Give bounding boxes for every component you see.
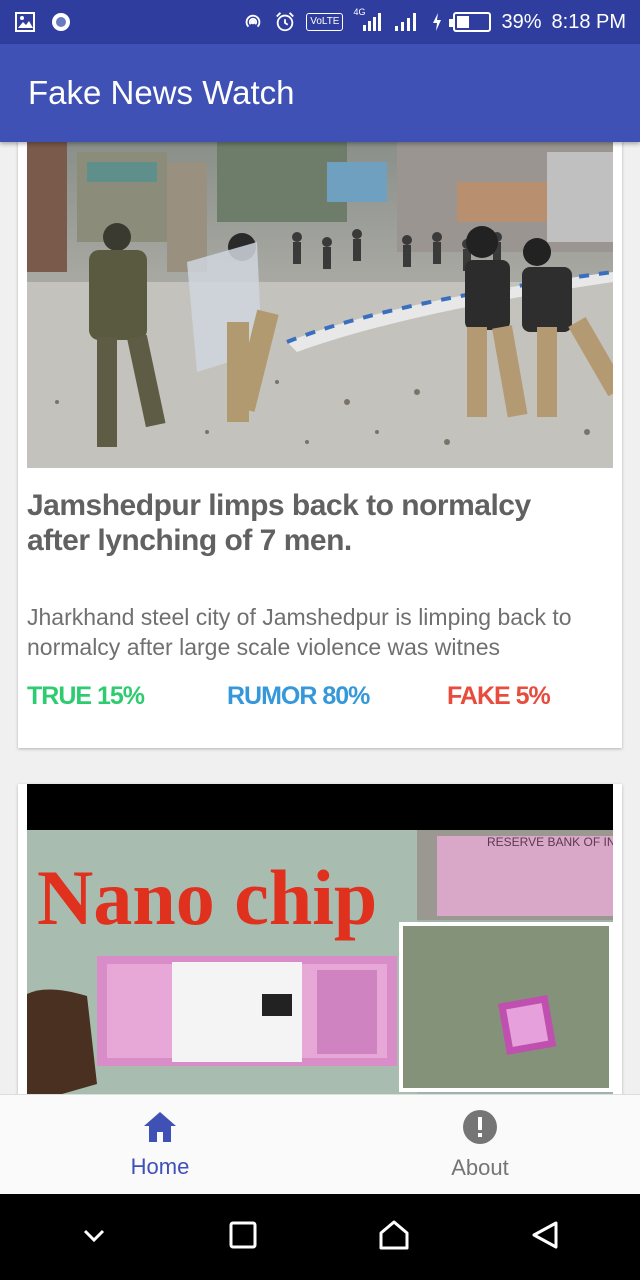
signal-icon [393, 11, 421, 33]
rumor-percentage: RUMOR 80% [227, 682, 370, 710]
home-button[interactable] [378, 1219, 410, 1256]
signal-4g-icon: 4G [353, 7, 383, 33]
chevron-down-icon[interactable] [80, 1221, 108, 1254]
fake-percentage: FAKE 5% [447, 682, 551, 710]
nano-chip-text: Nano chip [37, 854, 377, 941]
bottom-navigation: Home About [0, 1094, 640, 1194]
app-title: Fake News Watch [28, 74, 295, 111]
nav-home[interactable]: Home [0, 1095, 320, 1194]
alarm-icon [274, 11, 296, 33]
clock: 8:18 PM [551, 10, 626, 33]
status-bar: VoLTE 4G 39% 8:18 PM [0, 0, 640, 44]
back-button[interactable] [530, 1220, 560, 1255]
article-image[interactable] [27, 142, 613, 468]
info-exclamation-icon [462, 1109, 498, 1151]
news-feed[interactable]: Jamshedpur limps back to normalcy after … [0, 142, 640, 1094]
hotspot-icon [242, 11, 264, 33]
app-bar: Fake News Watch [0, 44, 640, 142]
true-percentage: TRUE 15% [27, 682, 145, 710]
record-notification-icon [50, 11, 72, 33]
volte-badge: VoLTE [306, 13, 344, 31]
battery-percent: 39% [501, 10, 542, 33]
nav-about[interactable]: About [320, 1095, 640, 1194]
recent-apps-button[interactable] [228, 1220, 258, 1255]
nav-home-label: Home [130, 1153, 190, 1179]
home-icon [142, 1110, 178, 1150]
gallery-notification-icon [14, 11, 36, 33]
article-description: Jharkhand steel city of Jamshedpur is li… [27, 604, 572, 660]
charging-icon [431, 11, 443, 33]
article-image[interactable]: RESERVE BANK OF INDIA Nano chip [27, 784, 613, 1094]
banknote-text: RESERVE BANK OF INDIA [487, 835, 613, 849]
system-navigation-bar [0, 1194, 640, 1280]
news-card[interactable]: RESERVE BANK OF INDIA Nano chip [18, 784, 622, 1094]
battery-icon [449, 12, 492, 32]
nav-about-label: About [451, 1154, 509, 1180]
article-title[interactable]: Jamshedpur limps back to normalcy after … [27, 488, 587, 558]
news-card[interactable]: Jamshedpur limps back to normalcy after … [18, 142, 622, 748]
